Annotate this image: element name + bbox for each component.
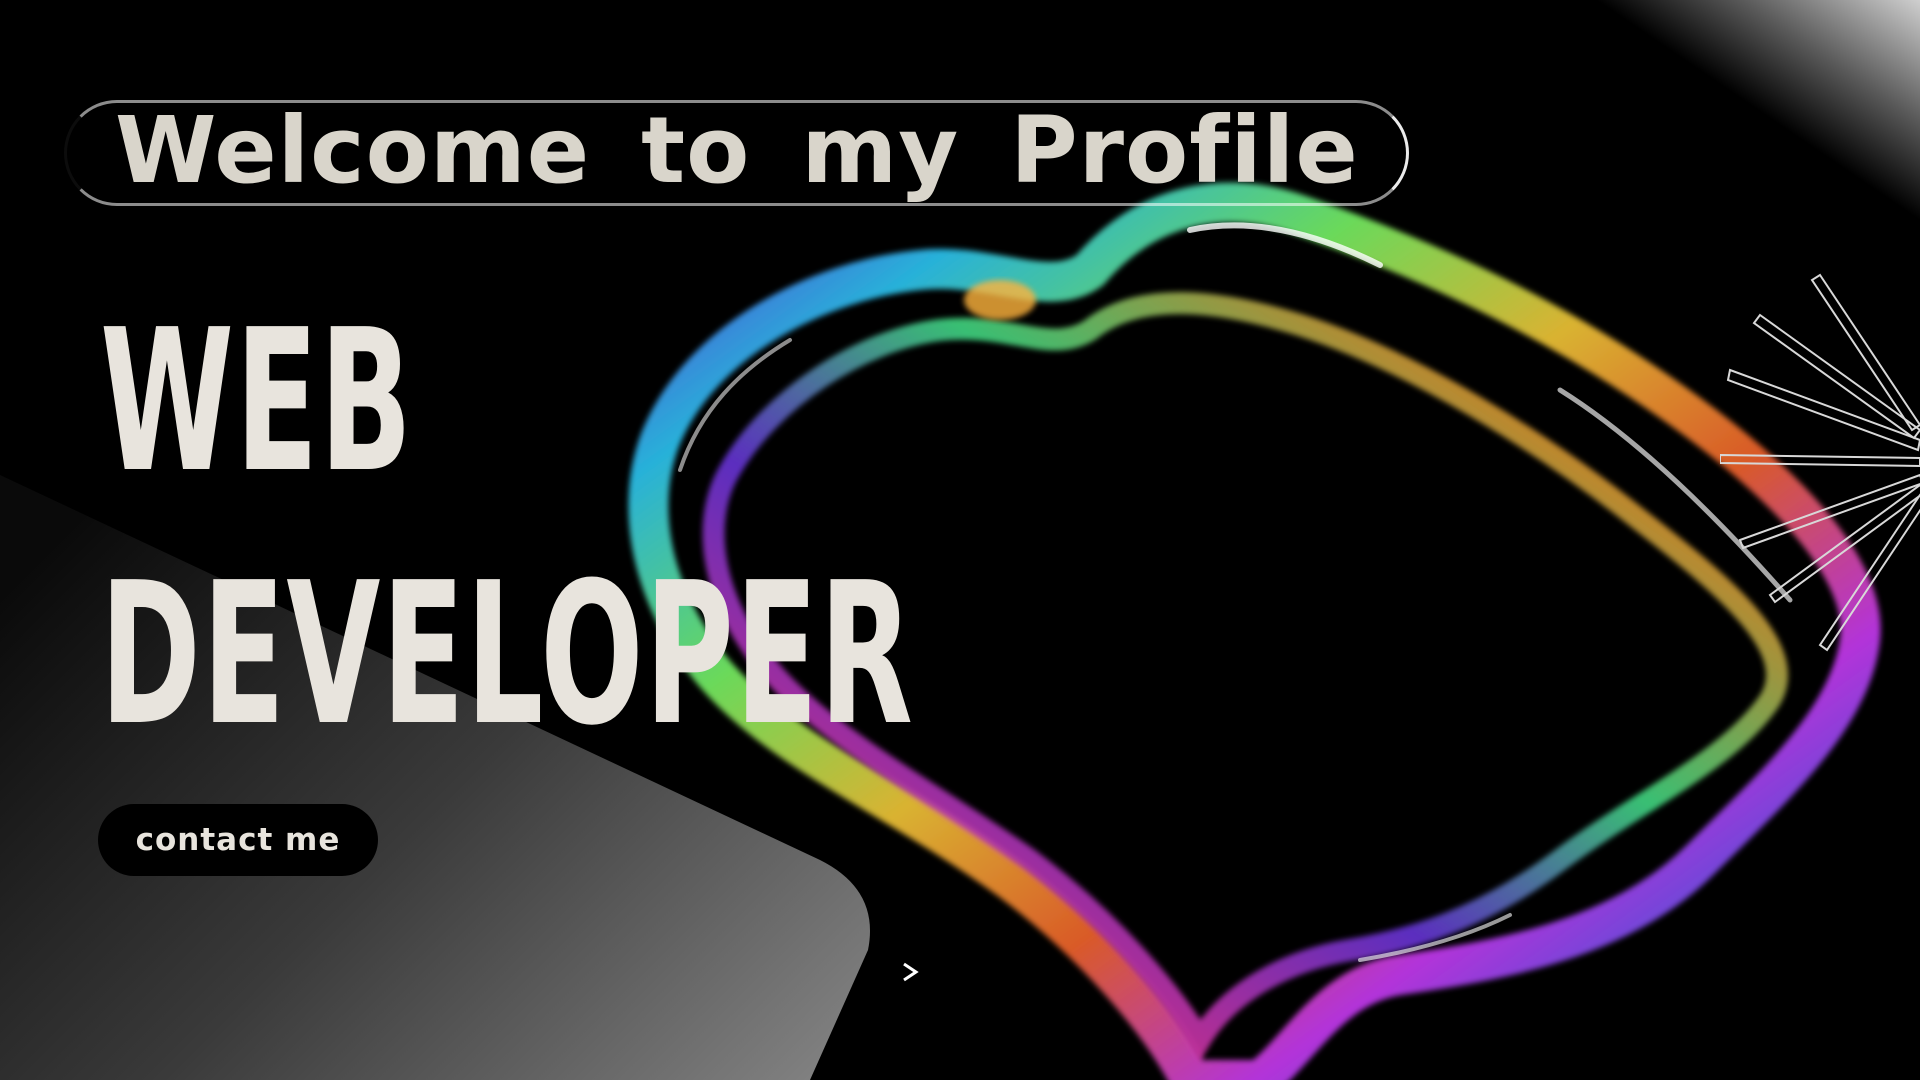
welcome-heading: Welcome to my Profile — [115, 97, 1359, 204]
contact-me-button[interactable]: contact me — [98, 804, 378, 876]
title-web: WEB — [100, 288, 414, 516]
sunburst-lines-icon — [1720, 273, 1920, 652]
profile-banner: Welcome to my Profile WEB DEVELOPER cont… — [0, 0, 1920, 1080]
title-developer: DEVELOPER — [100, 541, 915, 769]
top-right-gradient-shape — [1560, 0, 1920, 245]
arrow-right-icon — [108, 962, 919, 982]
